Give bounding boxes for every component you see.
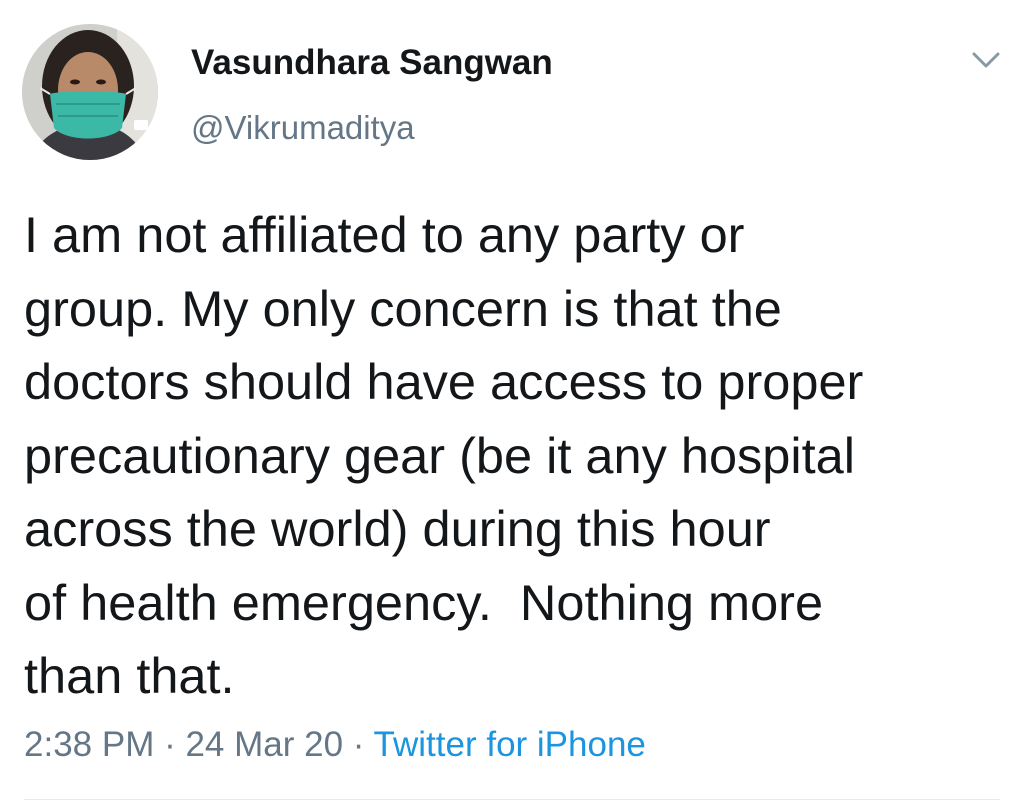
- tweet-text-line: doctors should have access to proper: [24, 353, 864, 410]
- author-display-name[interactable]: Vasundhara Sangwan: [191, 43, 553, 83]
- tweet-text-line: precautionary gear (be it any hospital: [24, 426, 855, 484]
- avatar-image: [22, 24, 158, 160]
- author-handle[interactable]: @Vikrumaditya: [191, 109, 415, 147]
- tweet-card: Vasundhara Sangwan @Vikrumaditya I am no…: [0, 0, 1024, 809]
- meta-separator: ·: [343, 725, 374, 764]
- tweet-source-link[interactable]: Twitter for iPhone: [374, 725, 646, 764]
- tweet-text-line: across the world) during this hour: [24, 500, 771, 557]
- tweet-date[interactable]: 24 Mar 20: [185, 725, 343, 764]
- meta-separator: ·: [154, 725, 186, 764]
- tweet-meta: 2:38 PM · 24 Mar 20 · Twitter for iPhone: [24, 725, 646, 765]
- tweet-text-line: than that.: [24, 647, 235, 704]
- tweet-text-line: group. My only concern is that the: [24, 279, 782, 337]
- chevron-down-icon[interactable]: [971, 50, 1001, 72]
- tweet-text-line: of health emergency. Nothing more: [24, 573, 824, 631]
- tweet-time[interactable]: 2:38 PM: [24, 725, 154, 764]
- avatar[interactable]: [22, 24, 158, 160]
- tweet-text-line: I am not affiliated to any party or: [24, 206, 745, 263]
- divider: [24, 799, 1000, 800]
- tweet-text: I am not affiliated to any party or grou…: [24, 198, 1004, 713]
